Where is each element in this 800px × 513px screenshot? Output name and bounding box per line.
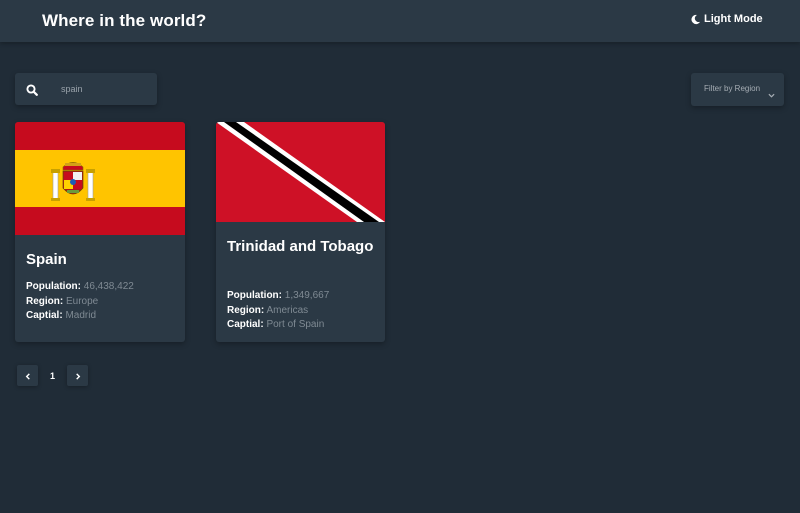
- search-box[interactable]: [15, 73, 157, 105]
- capital-row: Captial: Port of Spain: [227, 319, 325, 330]
- population-value: 46,438,422: [83, 281, 134, 292]
- capital-value: Port of Spain: [266, 319, 325, 330]
- country-name: Trinidad and Tobago: [227, 238, 374, 255]
- capital-value: Madrid: [65, 310, 97, 321]
- app-title: Where in the world?: [42, 11, 207, 30]
- top-header: Where in the world? Light Mode: [0, 0, 800, 42]
- moon-icon: [690, 14, 701, 25]
- region-row: Region: Americas: [227, 304, 309, 316]
- search-icon: [26, 83, 38, 101]
- theme-toggle-label: Light Mode: [704, 13, 763, 25]
- country-card-spain[interactable]: Spain Population: 46,438,422 Region: Eur…: [15, 122, 185, 342]
- chevron-right-icon: [75, 367, 81, 385]
- country-card-trinidad-and-tobago[interactable]: Trinidad and Tobago Population: 1,349,66…: [216, 122, 385, 342]
- current-page-number[interactable]: 1: [42, 365, 63, 386]
- spain-flag-image: [15, 122, 185, 235]
- trinidad-and-tobago-flag-image: [216, 122, 385, 222]
- population-row: Population: 1,349,667: [227, 290, 330, 301]
- chevron-down-icon: [768, 86, 775, 104]
- population-row: Population: 46,438,422: [26, 281, 134, 292]
- previous-page-button[interactable]: [17, 365, 38, 386]
- capital-row: Captial: Madrid: [26, 310, 97, 321]
- region-filter-select[interactable]: Filter by Region: [691, 73, 784, 106]
- region-value: Americas: [266, 304, 309, 316]
- region-row: Region: Europe: [26, 295, 99, 307]
- region-value: Europe: [66, 295, 99, 307]
- country-details: Population: 46,438,422 Region: Europe Ca…: [26, 280, 134, 324]
- region-filter-label: Filter by Region: [704, 84, 761, 93]
- country-name: Spain: [26, 251, 67, 268]
- country-details: Population: 1,349,667 Region: Americas C…: [227, 289, 329, 333]
- next-page-button[interactable]: [67, 365, 88, 386]
- search-input[interactable]: [61, 81, 151, 97]
- population-value: 1,349,667: [284, 290, 330, 301]
- chevron-left-icon: [25, 367, 31, 385]
- theme-toggle-button[interactable]: Light Mode: [690, 13, 763, 25]
